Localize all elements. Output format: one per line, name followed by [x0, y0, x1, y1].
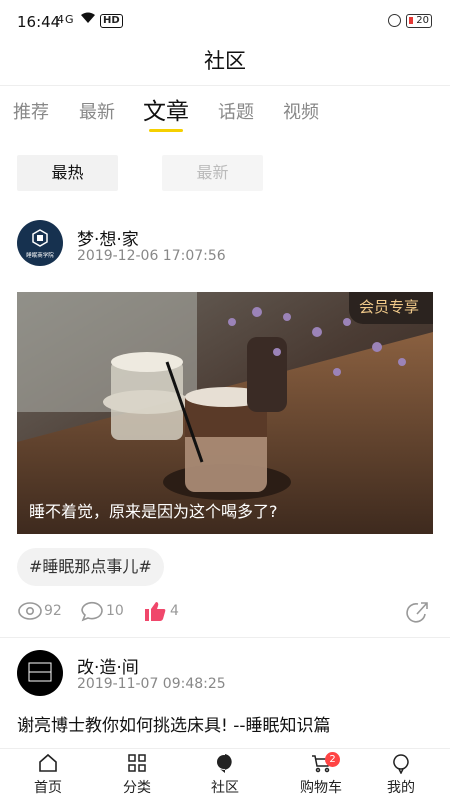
nav-community-label: 社区	[211, 780, 239, 796]
thumbs-up-icon	[145, 602, 166, 621]
nav-profile-label: 我的	[387, 780, 415, 796]
post-stats: 92 10 4	[17, 600, 433, 624]
page-title: 社区	[0, 44, 450, 86]
tab-latest[interactable]: 最新	[79, 98, 115, 124]
hd-icon: HD	[100, 14, 123, 28]
article-title[interactable]: 谢亮博士教你如何挑选床具! --睡眠知识篇	[17, 711, 331, 736]
tab-videos[interactable]: 视频	[283, 98, 319, 124]
comments-count: 10	[106, 603, 124, 619]
nav-home[interactable]: 首页	[13, 751, 83, 797]
views-count: 92	[44, 603, 62, 619]
grid-icon	[102, 751, 172, 775]
filter-hot-button[interactable]: 最热	[17, 155, 118, 191]
avatar[interactable]	[17, 650, 63, 696]
tab-recommend[interactable]: 推荐	[13, 98, 49, 124]
author-name[interactable]: 梦·想·家	[77, 225, 139, 250]
battery-icon: 20	[406, 14, 432, 28]
nav-cart[interactable]: 2 购物车	[286, 751, 356, 797]
status-time: 16:44	[17, 13, 61, 31]
wifi-icon	[80, 12, 96, 28]
home-icon	[13, 751, 83, 775]
tab-topics[interactable]: 话题	[218, 98, 254, 124]
nav-category-label: 分类	[123, 780, 151, 796]
topic-tag[interactable]: #睡眠那点事儿#	[17, 548, 164, 586]
cart-icon: 2	[286, 751, 356, 775]
signal-icon: 4G	[57, 13, 75, 26]
bottom-navigation: 首页 分类 社区 2 购物车 我的	[0, 748, 450, 800]
nav-home-label: 首页	[34, 780, 62, 796]
avatar-text: 睡眠商学院	[26, 251, 54, 259]
comment-icon	[81, 601, 103, 622]
share-button[interactable]	[405, 600, 432, 626]
post-date: 2019-12-06 17:07:56	[77, 248, 226, 264]
filter-new-button[interactable]: 最新	[162, 155, 263, 191]
likes-stat[interactable]: 4	[143, 600, 179, 622]
eye-icon	[18, 602, 42, 620]
member-exclusive-badge: 会员专享	[348, 292, 433, 324]
divider	[0, 637, 450, 638]
status-bar: 16:44 4G HD 20	[0, 0, 450, 44]
tab-articles[interactable]: 文章	[143, 92, 189, 132]
community-icon	[190, 751, 260, 775]
category-tabs: 推荐 最新 文章 话题 视频	[0, 92, 450, 132]
nav-community[interactable]: 社区	[190, 751, 260, 797]
cart-count-badge: 2	[325, 752, 340, 767]
article-cover-image[interactable]: 会员专享 睡不着觉，原来是因为这个喝多了?	[17, 292, 433, 534]
nav-category[interactable]: 分类	[102, 751, 172, 797]
nav-profile[interactable]: 我的	[366, 751, 436, 797]
nav-cart-label: 购物车	[300, 780, 342, 796]
rotation-lock-icon	[388, 14, 401, 27]
profile-icon	[366, 751, 436, 775]
share-icon	[406, 602, 428, 623]
post-date: 2019-11-07 09:48:25	[77, 676, 226, 692]
cover-caption: 睡不着觉，原来是因为这个喝多了?	[29, 502, 278, 521]
author-name[interactable]: 改·造·间	[77, 653, 139, 678]
avatar[interactable]: 睡眠商学院	[17, 220, 63, 266]
likes-count: 4	[170, 603, 179, 619]
views-stat: 92	[17, 600, 62, 622]
comments-stat[interactable]: 10	[79, 600, 124, 622]
